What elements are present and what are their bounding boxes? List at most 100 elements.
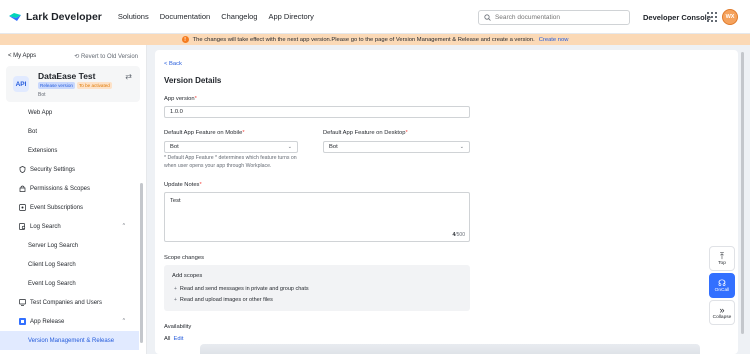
sidebar-scrollbar[interactable] bbox=[140, 183, 143, 343]
search-input[interactable] bbox=[494, 14, 624, 21]
sidebar-item-label: Server Log Search bbox=[28, 242, 79, 249]
search-icon bbox=[484, 14, 491, 21]
sidebar: < My Apps ⟲ Revert to Old Version API Da… bbox=[0, 45, 147, 354]
my-apps-link[interactable]: < My Apps bbox=[8, 53, 36, 60]
sidebar-item-label: Client Log Search bbox=[28, 261, 76, 268]
app-version-field[interactable]: 1.0.0 bbox=[164, 106, 470, 118]
nav-link-changelog[interactable]: Changelog bbox=[221, 12, 257, 21]
sidebar-item-server-log-search[interactable]: Server Log Search bbox=[0, 236, 139, 255]
collapse-button[interactable]: » Collapse bbox=[709, 300, 735, 325]
sidebar-item-label: Event Subscriptions bbox=[30, 204, 84, 211]
mobile-feature-label: Default App Feature on Mobile* bbox=[164, 130, 245, 136]
app-name: DataEase Test bbox=[38, 71, 96, 81]
nav-link-solutions[interactable]: Solutions bbox=[118, 12, 149, 21]
version-details-panel: < Back Version Details App version* 1.0.… bbox=[155, 50, 738, 354]
app-grid-icon[interactable] bbox=[707, 12, 717, 22]
sidebar-item-label: Test Companies and Users bbox=[30, 299, 103, 306]
headset-icon: ☊ bbox=[718, 277, 726, 288]
brand-name: Lark Developer bbox=[26, 10, 102, 23]
oncall-button[interactable]: ☊ OnCall bbox=[709, 273, 735, 298]
status-badge: To be activated bbox=[76, 82, 112, 89]
nav-link-documentation[interactable]: Documentation bbox=[160, 12, 210, 21]
sidebar-item-version-management[interactable]: Version Management & Release bbox=[0, 331, 139, 350]
chevron-up-icon: ^ bbox=[122, 223, 125, 229]
sidebar-item-extensions[interactable]: Extensions bbox=[0, 141, 139, 160]
sidebar-item-event-subscriptions[interactable]: Event Subscriptions bbox=[0, 198, 139, 217]
app-icon: API bbox=[13, 76, 29, 92]
release-icon bbox=[19, 318, 26, 325]
banner-text: The changes will take effect with the ne… bbox=[192, 36, 535, 43]
sidebar-item-label: Version Management & Release bbox=[28, 337, 115, 344]
switch-app-icon[interactable]: ⇄ bbox=[125, 72, 132, 81]
sidebar-item-label: Permissions & Scopes bbox=[30, 185, 91, 192]
revert-label: Revert to Old Version bbox=[80, 54, 138, 60]
sidebar-item-test-companies[interactable]: Test Companies and Users bbox=[0, 293, 139, 312]
oncall-label: OnCall bbox=[714, 287, 730, 293]
sidebar-item-label: Extensions bbox=[28, 147, 58, 154]
feature-hint: * Default App Feature * determines which… bbox=[164, 155, 297, 169]
top-navigation: Lark Developer Solutions Documentation C… bbox=[0, 0, 750, 34]
chevron-up-icon: ^ bbox=[122, 318, 125, 324]
sidebar-item-event-log-search[interactable]: Event Log Search bbox=[0, 274, 139, 293]
sidebar-item-label: Log Search bbox=[30, 223, 61, 230]
back-label: Back bbox=[169, 61, 182, 67]
desktop-feature-value: Bot bbox=[329, 144, 338, 150]
log-search-icon bbox=[19, 223, 26, 230]
sidebar-item-label: Security Settings bbox=[30, 166, 76, 173]
sidebar-item-bot[interactable]: Bot bbox=[0, 122, 139, 141]
sidebar-item-label: Web App bbox=[28, 109, 53, 116]
user-avatar[interactable]: WX bbox=[722, 9, 738, 25]
event-icon bbox=[19, 204, 26, 211]
availability-edit-link[interactable]: Edit bbox=[173, 336, 183, 342]
mobile-feature-value: Bot bbox=[170, 144, 179, 150]
page-title: Version Details bbox=[164, 76, 222, 85]
notice-banner: ! The changes will take effect with the … bbox=[0, 34, 750, 45]
scope-changes-label: Scope changes bbox=[164, 255, 204, 261]
warning-icon: ! bbox=[181, 36, 189, 43]
bottom-overlay bbox=[200, 344, 700, 354]
lark-logo-icon bbox=[9, 12, 21, 21]
scroll-top-button[interactable]: ⤒ Top bbox=[709, 246, 735, 271]
brand-logo[interactable]: Lark Developer bbox=[8, 11, 102, 23]
sidebar-item-log-search[interactable]: Log Search ^ bbox=[0, 217, 139, 236]
plus-icon: + bbox=[174, 286, 177, 292]
shield-icon bbox=[19, 166, 26, 173]
update-notes-textarea[interactable]: Test 4/500 bbox=[164, 192, 470, 242]
sidebar-item-security-settings[interactable]: Security Settings bbox=[0, 160, 139, 179]
developer-console-link[interactable]: Developer Console bbox=[643, 13, 711, 22]
collapse-label: Collapse bbox=[712, 314, 732, 320]
scope-item: + Read and upload images or other files bbox=[174, 297, 273, 303]
nav-link-app-directory[interactable]: App Directory bbox=[268, 12, 313, 21]
desktop-feature-select[interactable]: Bot ⌄ bbox=[323, 141, 470, 153]
mobile-feature-select[interactable]: Bot ⌄ bbox=[164, 141, 298, 153]
sidebar-item-label: App Release bbox=[30, 318, 65, 325]
history-icon: ⟲ bbox=[74, 54, 80, 60]
availability-value: All Edit bbox=[164, 336, 184, 342]
release-version-tag: Release version bbox=[38, 82, 75, 89]
add-scopes-heading: Add scopes bbox=[172, 273, 203, 279]
main-scrollbar[interactable] bbox=[741, 52, 744, 334]
back-link[interactable]: < Back bbox=[164, 61, 182, 67]
create-now-link[interactable]: Create now bbox=[539, 37, 569, 43]
double-chevron-right-icon: » bbox=[719, 304, 725, 315]
app-version-value: 1.0.0 bbox=[170, 109, 183, 115]
top-label: Top bbox=[718, 260, 726, 266]
availability-label: Availability bbox=[164, 324, 192, 330]
update-notes-label: Update Notes* bbox=[164, 182, 202, 188]
lock-icon bbox=[19, 185, 26, 192]
update-notes-value: Test bbox=[170, 198, 181, 204]
monitor-icon bbox=[19, 299, 26, 306]
sidebar-item-permissions[interactable]: Permissions & Scopes bbox=[0, 179, 139, 198]
sidebar-item-client-log-search[interactable]: Client Log Search bbox=[0, 255, 139, 274]
chevron-down-icon: ⌄ bbox=[287, 144, 292, 150]
sidebar-item-app-release[interactable]: App Release ^ bbox=[0, 312, 139, 331]
plus-icon: + bbox=[174, 297, 177, 303]
search-box[interactable] bbox=[478, 10, 630, 25]
revert-old-version-link[interactable]: ⟲ Revert to Old Version bbox=[74, 53, 138, 60]
chevron-down-icon: ⌄ bbox=[459, 144, 464, 150]
sidebar-item-web-app[interactable]: Web App bbox=[0, 103, 139, 122]
sidebar-item-label: Event Log Search bbox=[28, 280, 76, 287]
app-version-label: App version* bbox=[164, 96, 197, 102]
character-counter: 4/500 bbox=[452, 232, 465, 238]
sidebar-item-label: Bot bbox=[28, 128, 38, 135]
